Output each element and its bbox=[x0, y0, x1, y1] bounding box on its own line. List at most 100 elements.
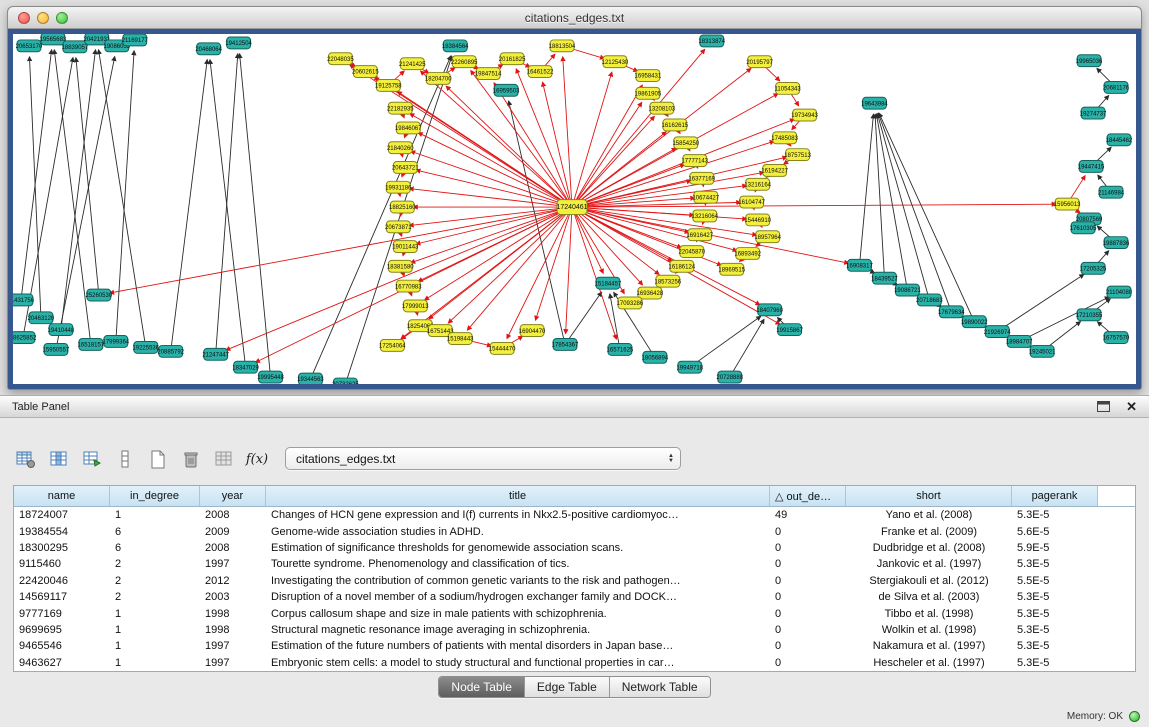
graph-node[interactable]: 16104747 bbox=[738, 196, 765, 208]
table-cell[interactable]: 1 bbox=[110, 638, 200, 654]
graph-node[interactable]: 19846067 bbox=[395, 122, 422, 134]
graph-node[interactable]: 20718683 bbox=[916, 294, 943, 306]
graph-node[interactable]: 16908317 bbox=[846, 259, 873, 271]
table-cell[interactable]: Nakamura et al. (1997) bbox=[846, 638, 1012, 654]
graph-node[interactable]: 17777143 bbox=[681, 155, 708, 167]
graph-node[interactable]: 22048035 bbox=[327, 53, 354, 65]
graph-node[interactable]: 19734943 bbox=[791, 109, 818, 121]
graph-node[interactable]: 16958431 bbox=[635, 70, 662, 82]
table-selector[interactable]: citations_edges.txt ▲ ▼ bbox=[285, 447, 681, 470]
table-cell[interactable]: 5.3E-5 bbox=[1012, 622, 1098, 638]
table-mode-icon[interactable] bbox=[14, 447, 38, 471]
graph-node[interactable]: 17485083 bbox=[771, 132, 798, 144]
table-cell[interactable]: Corpus callosum shape and size in male p… bbox=[266, 605, 770, 621]
function-builder-icon[interactable]: f(x) bbox=[245, 447, 269, 471]
graph-node[interactable]: 17610305 bbox=[1070, 222, 1097, 234]
table-row[interactable]: 2242004622012Investigating the contribut… bbox=[14, 573, 1135, 589]
table-cell[interactable]: 2 bbox=[110, 589, 200, 605]
graph-node[interactable]: 19847514 bbox=[475, 68, 502, 80]
graph-node[interactable]: 19125758 bbox=[375, 79, 402, 91]
graph-node[interactable]: 19861905 bbox=[635, 87, 662, 99]
graph-node[interactable]: 19245021 bbox=[1029, 345, 1056, 357]
table-cell[interactable]: 19384554 bbox=[14, 523, 110, 539]
graph-node[interactable]: 22045870 bbox=[678, 246, 705, 258]
graph-node[interactable]: 20732625 bbox=[332, 378, 359, 384]
graph-node[interactable]: 16916427 bbox=[686, 229, 713, 241]
graph-node[interactable]: 18204700 bbox=[425, 73, 452, 85]
graph-node[interactable]: 18439527 bbox=[871, 272, 898, 284]
table-cell[interactable]: Changes of HCN gene expression and I(f) … bbox=[266, 507, 770, 523]
table-cell[interactable]: 9465546 bbox=[14, 638, 110, 654]
graph-node[interactable]: 19890022 bbox=[961, 316, 988, 328]
graph-node[interactable]: 16518157 bbox=[78, 339, 105, 351]
graph-node[interactable]: 22260895 bbox=[451, 56, 478, 68]
column-header-5[interactable]: short bbox=[846, 486, 1012, 506]
table-cell[interactable]: 5.3E-5 bbox=[1012, 655, 1098, 671]
graph-node[interactable]: 18984707 bbox=[1006, 336, 1033, 348]
delete-column-icon[interactable] bbox=[179, 447, 203, 471]
graph-node[interactable]: 21247447 bbox=[202, 348, 229, 360]
table-cell[interactable]: 9463627 bbox=[14, 655, 110, 671]
graph-node[interactable]: 13208103 bbox=[649, 102, 676, 114]
table-cell[interactable]: 1 bbox=[110, 605, 200, 621]
graph-node[interactable]: 20643721 bbox=[392, 162, 419, 174]
graph-node[interactable]: 20161825 bbox=[499, 53, 526, 65]
graph-node[interactable]: 18573256 bbox=[655, 275, 682, 287]
graph-node[interactable]: 11054343 bbox=[775, 82, 802, 94]
graph-node[interactable]: 15198443 bbox=[447, 333, 474, 345]
graph-node[interactable]: 20468064 bbox=[195, 43, 222, 55]
graph-node[interactable]: 16893492 bbox=[734, 248, 761, 260]
graph-node[interactable]: 19949718 bbox=[676, 361, 703, 373]
graph-node[interactable]: 20885792 bbox=[157, 345, 184, 357]
column-header-6[interactable]: pagerank bbox=[1012, 486, 1098, 506]
graph-node[interactable]: 10674427 bbox=[692, 191, 719, 203]
graph-node[interactable]: 18813504 bbox=[549, 40, 576, 52]
graph-node[interactable]: 21840260 bbox=[387, 142, 414, 154]
graph-node[interactable]: 15854250 bbox=[672, 137, 699, 149]
table-cell[interactable]: 5.3E-5 bbox=[1012, 556, 1098, 572]
graph-node[interactable]: 17210355 bbox=[1076, 309, 1103, 321]
graph-node[interactable]: 18969515 bbox=[718, 263, 745, 275]
graph-node[interactable]: 16377169 bbox=[688, 172, 715, 184]
table-cell[interactable]: de Silva et al. (2003) bbox=[846, 589, 1012, 605]
table-cell[interactable]: 2003 bbox=[200, 589, 266, 605]
table-cell[interactable]: 14569117 bbox=[14, 589, 110, 605]
table-cell[interactable]: 2 bbox=[110, 573, 200, 589]
graph-node[interactable]: 18407960 bbox=[756, 304, 783, 316]
table-cell[interactable]: 0 bbox=[770, 622, 846, 638]
graph-node[interactable]: 16770983 bbox=[395, 280, 422, 292]
table-cell[interactable]: 9699695 bbox=[14, 622, 110, 638]
table-cell[interactable]: 5.9E-5 bbox=[1012, 540, 1098, 556]
graph-node[interactable]: 18381580 bbox=[387, 260, 414, 272]
new-column-icon[interactable] bbox=[146, 447, 170, 471]
table-cell[interactable]: Investigating the contribution of common… bbox=[266, 573, 770, 589]
table-cell[interactable]: 0 bbox=[770, 655, 846, 671]
graph-node[interactable]: 12125430 bbox=[602, 56, 629, 68]
graph-node[interactable]: 19344563 bbox=[297, 373, 324, 384]
graph-node[interactable]: 18056894 bbox=[642, 351, 669, 363]
table-cell[interactable]: 5.3E-5 bbox=[1012, 605, 1098, 621]
graph-node[interactable]: 20463120 bbox=[28, 312, 55, 324]
graph-node[interactable]: 22182935 bbox=[387, 102, 414, 114]
graph-node[interactable]: 19011443 bbox=[392, 241, 419, 253]
graph-node[interactable]: 19086721 bbox=[894, 284, 921, 296]
delete-table-icon[interactable] bbox=[212, 447, 236, 471]
graph-node[interactable]: 21169177 bbox=[122, 34, 149, 46]
table-cell[interactable]: Estimation of the future numbers of pati… bbox=[266, 638, 770, 654]
table-cell[interactable]: 1 bbox=[110, 622, 200, 638]
table-cell[interactable]: 1997 bbox=[200, 638, 266, 654]
table-cell[interactable]: 1997 bbox=[200, 655, 266, 671]
edit-columns-icon[interactable] bbox=[80, 447, 104, 471]
table-cell[interactable]: Tourette syndrome. Phenomenology and cla… bbox=[266, 556, 770, 572]
table-cell[interactable]: 1998 bbox=[200, 605, 266, 621]
table-cell[interactable]: Jankovic et al. (1997) bbox=[846, 556, 1012, 572]
graph-node[interactable]: 18625852 bbox=[13, 332, 37, 344]
table-cell[interactable]: 5.6E-5 bbox=[1012, 523, 1098, 539]
table-cell[interactable]: 5.3E-5 bbox=[1012, 507, 1098, 523]
close-panel-icon[interactable]: ✕ bbox=[1126, 400, 1137, 413]
table-cell[interactable]: 1998 bbox=[200, 622, 266, 638]
graph-node[interactable]: 20681176 bbox=[1103, 81, 1130, 93]
graph-node[interactable]: 21241425 bbox=[399, 58, 426, 70]
table-cell[interactable]: 18724007 bbox=[14, 507, 110, 523]
graph-node[interactable]: 19965036 bbox=[1076, 55, 1103, 67]
